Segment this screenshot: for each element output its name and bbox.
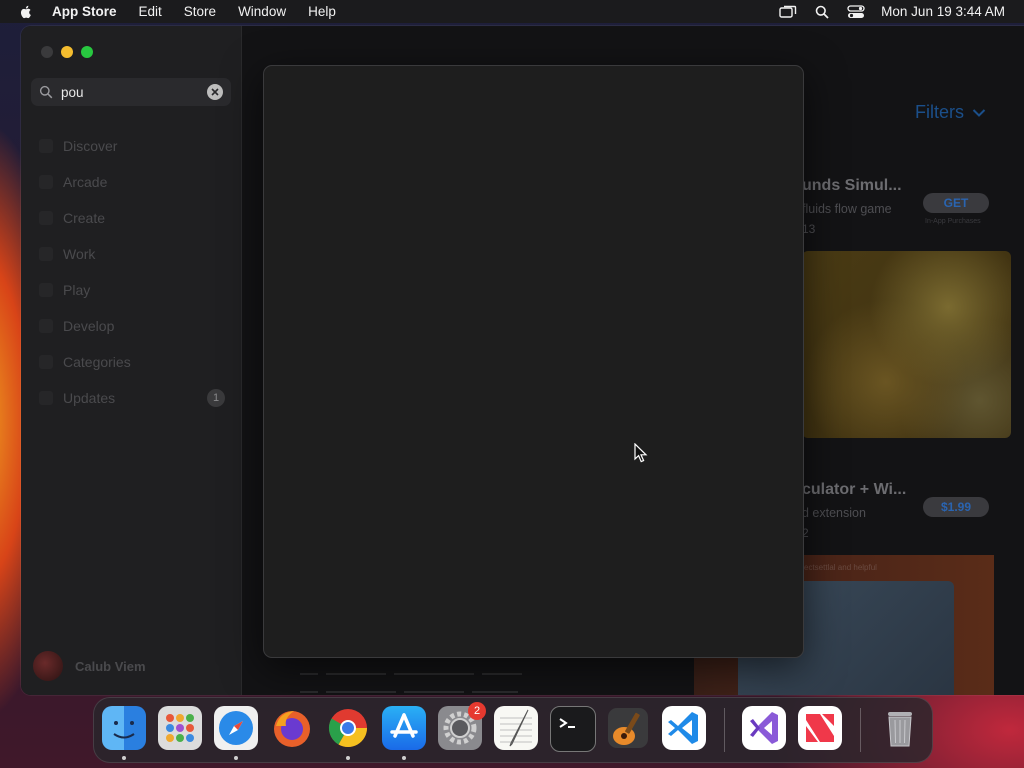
menu-clock[interactable]: Mon Jun 19 3:44 AM — [881, 4, 1005, 19]
dock-visual-studio-icon[interactable] — [742, 706, 786, 750]
screen-mirroring-icon[interactable] — [779, 5, 797, 19]
apple-icon[interactable] — [18, 4, 34, 20]
dock-news-icon[interactable] — [798, 706, 842, 750]
arcade-icon — [39, 175, 53, 189]
spotlight-search-icon[interactable] — [813, 5, 831, 19]
account-button[interactable]: Calub Viem — [33, 651, 146, 681]
dock-app-store-icon[interactable] — [382, 706, 426, 760]
result-title: unds Simul... — [802, 177, 902, 194]
filters-button[interactable]: Filters — [915, 102, 986, 123]
sidebar-item-arcade[interactable]: Arcade — [31, 164, 231, 200]
sidebar-item-label: Categories — [63, 354, 131, 370]
result-preview-lines — [300, 662, 600, 693]
dock-system-settings-icon[interactable]: 2 — [438, 702, 486, 750]
menu-store[interactable]: Store — [184, 4, 216, 19]
sidebar-item-updates[interactable]: Updates 1 — [31, 380, 231, 416]
sidebar-item-develop[interactable]: Develop — [31, 308, 231, 344]
result-rating-count: 13 — [802, 222, 816, 236]
updates-icon — [39, 391, 53, 405]
in-app-purchases-note: In-App Purchases — [925, 218, 981, 225]
dock-launchpad-icon[interactable] — [158, 706, 202, 750]
dock-firefox-icon[interactable] — [270, 706, 314, 750]
sidebar-item-label: Discover — [63, 138, 118, 154]
account-name: Calub Viem — [75, 658, 146, 674]
work-icon — [39, 247, 53, 261]
sidebar-item-label: Work — [63, 246, 96, 262]
develop-icon — [39, 319, 53, 333]
result-screenshot[interactable] — [802, 251, 1011, 438]
mouse-cursor-icon — [634, 443, 648, 463]
sidebar-item-work[interactable]: Work — [31, 236, 231, 272]
sidebar-item-label: Develop — [63, 318, 115, 334]
minimize-window-button[interactable] — [61, 46, 73, 58]
avatar — [33, 651, 63, 681]
menu-window[interactable]: Window — [238, 4, 286, 19]
control-center-icon[interactable] — [847, 4, 865, 19]
screenshot-caption: ectsettlal and helpful — [804, 563, 877, 572]
search-icon — [39, 85, 53, 99]
sidebar-item-create[interactable]: Create — [31, 200, 231, 236]
result-item[interactable]: culator + Wi... d extension 2 — [802, 481, 1022, 540]
dock-vscode-icon[interactable] — [662, 706, 706, 750]
result-subtitle: d extension — [802, 506, 866, 520]
settings-update-badge: 2 — [468, 702, 486, 720]
menu-help[interactable]: Help — [308, 4, 336, 19]
create-icon — [39, 211, 53, 225]
dock: 2 — [93, 697, 933, 763]
get-button[interactable]: GET — [923, 193, 989, 213]
dock-finder-icon[interactable] — [102, 706, 146, 760]
dock-chrome-icon[interactable] — [326, 706, 370, 760]
dock-trash-icon[interactable] — [878, 706, 922, 750]
dock-safari-icon[interactable] — [214, 706, 258, 760]
filters-label: Filters — [915, 102, 964, 122]
result-item[interactable]: unds Simul... fluids flow game 13 — [802, 177, 1022, 236]
dock-garageband-icon[interactable] — [606, 706, 650, 750]
sidebar-item-label: Create — [63, 210, 106, 226]
sidebar-item-categories[interactable]: Categories — [31, 344, 231, 380]
dock-separator — [724, 708, 725, 752]
play-icon — [39, 283, 53, 297]
close-window-button[interactable] — [41, 46, 53, 58]
sidebar-nav: Discover Arcade Create Work Play Develop… — [31, 128, 231, 416]
window-controls — [41, 46, 101, 58]
menu-edit[interactable]: Edit — [139, 4, 162, 19]
dock-separator — [860, 708, 861, 752]
dock-terminal-icon[interactable] — [550, 706, 596, 752]
sidebar-item-play[interactable]: Play — [31, 272, 231, 308]
zoom-window-button[interactable] — [81, 46, 93, 58]
sidebar: Discover Arcade Create Work Play Develop… — [21, 26, 242, 695]
chevron-down-icon — [972, 108, 986, 117]
result-rating-count: 2 — [802, 526, 809, 540]
modal-sheet[interactable] — [263, 65, 804, 658]
menu-bar: App Store Edit Store Window Help Mon Jun… — [0, 0, 1024, 23]
discover-icon — [39, 139, 53, 153]
clear-search-icon[interactable] — [207, 84, 223, 100]
search-input[interactable] — [61, 84, 201, 100]
dock-textedit-icon[interactable] — [494, 706, 538, 750]
updates-count-badge: 1 — [207, 389, 225, 407]
search-field[interactable] — [31, 78, 231, 106]
menu-app-name[interactable]: App Store — [52, 4, 117, 19]
sidebar-item-label: Arcade — [63, 174, 108, 190]
sidebar-item-label: Play — [63, 282, 91, 298]
categories-icon — [39, 355, 53, 369]
result-subtitle: fluids flow game — [802, 202, 892, 216]
result-title: culator + Wi... — [802, 481, 907, 498]
sidebar-item-label: Updates — [63, 390, 116, 406]
price-button[interactable]: $1.99 — [923, 497, 989, 517]
sidebar-item-discover[interactable]: Discover — [31, 128, 231, 164]
